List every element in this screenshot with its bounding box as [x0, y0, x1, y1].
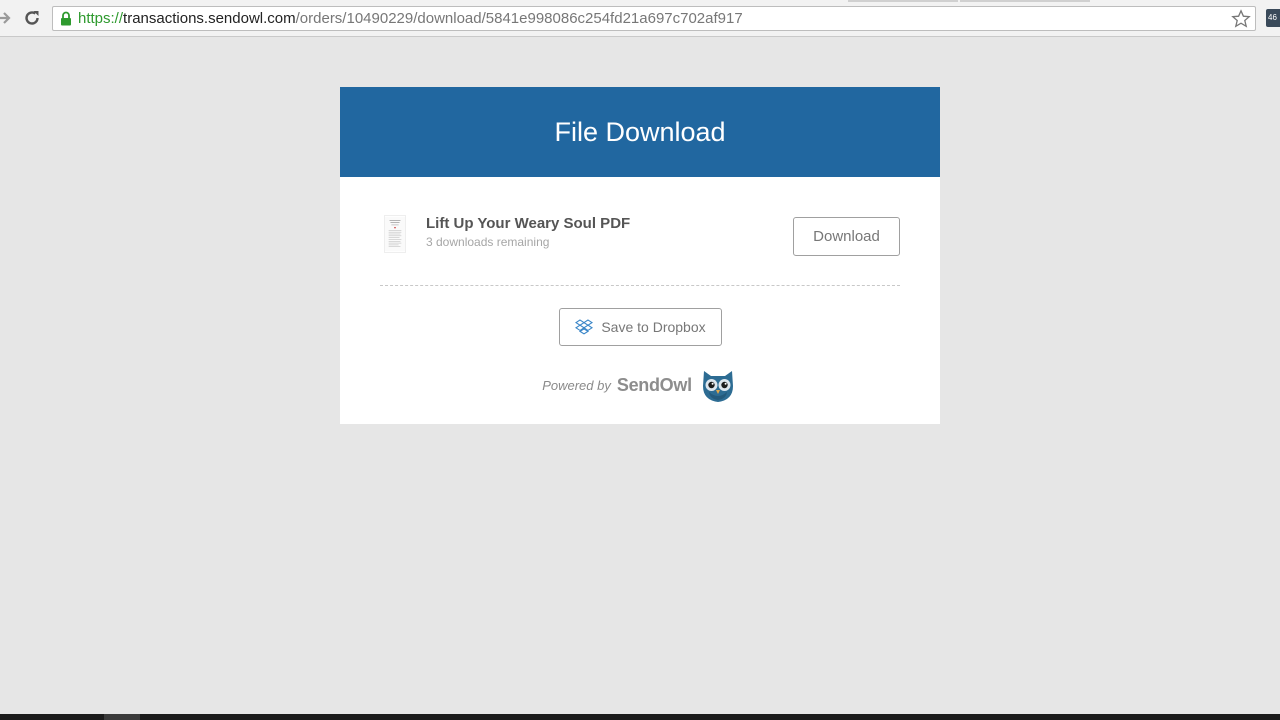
os-taskbar [0, 714, 1280, 720]
dashed-divider [380, 285, 900, 286]
extension-icon[interactable]: 46 [1266, 9, 1280, 27]
sendowl-owl-logo[interactable] [698, 366, 738, 404]
url-host: transactions.sendowl.com [123, 10, 296, 27]
download-card: File Download Lift Up Your Weary Soul PD… [340, 87, 940, 424]
lock-icon [61, 11, 71, 26]
url-text[interactable]: https://transactions.sendowl.com/orders/… [78, 10, 743, 28]
address-bar[interactable]: https://transactions.sendowl.com/orders/… [52, 6, 1256, 31]
tab-edge [848, 0, 958, 2]
browser-toolbar: https://transactions.sendowl.com/orders/… [0, 0, 1280, 37]
tab-edge [960, 0, 1090, 2]
powered-by-text: Powered by [542, 377, 611, 393]
download-button[interactable]: Download [793, 217, 900, 256]
page-title: File Download [554, 116, 726, 147]
bookmark-star-icon[interactable] [1231, 9, 1251, 29]
card-header: File Download [340, 87, 940, 177]
url-path: /orders/10490229/download/5841e998086c25… [295, 10, 743, 27]
pdf-thumbnail [384, 215, 406, 253]
save-to-dropbox-button[interactable]: Save to Dropbox [559, 308, 722, 346]
dropbox-icon [575, 319, 594, 335]
reload-icon[interactable] [23, 9, 41, 27]
save-to-dropbox-label: Save to Dropbox [601, 319, 706, 335]
downloads-remaining: 3 downloads remaining [426, 235, 550, 249]
file-name: Lift Up Your Weary Soul PDF [426, 215, 631, 232]
taskbar-item[interactable] [104, 714, 140, 720]
forward-arrow-icon[interactable] [0, 10, 12, 26]
url-scheme: https:// [78, 10, 124, 27]
sendowl-wordmark[interactable]: SendOwl [617, 375, 692, 396]
powered-by-footer: Powered by SendOwl [340, 365, 940, 405]
